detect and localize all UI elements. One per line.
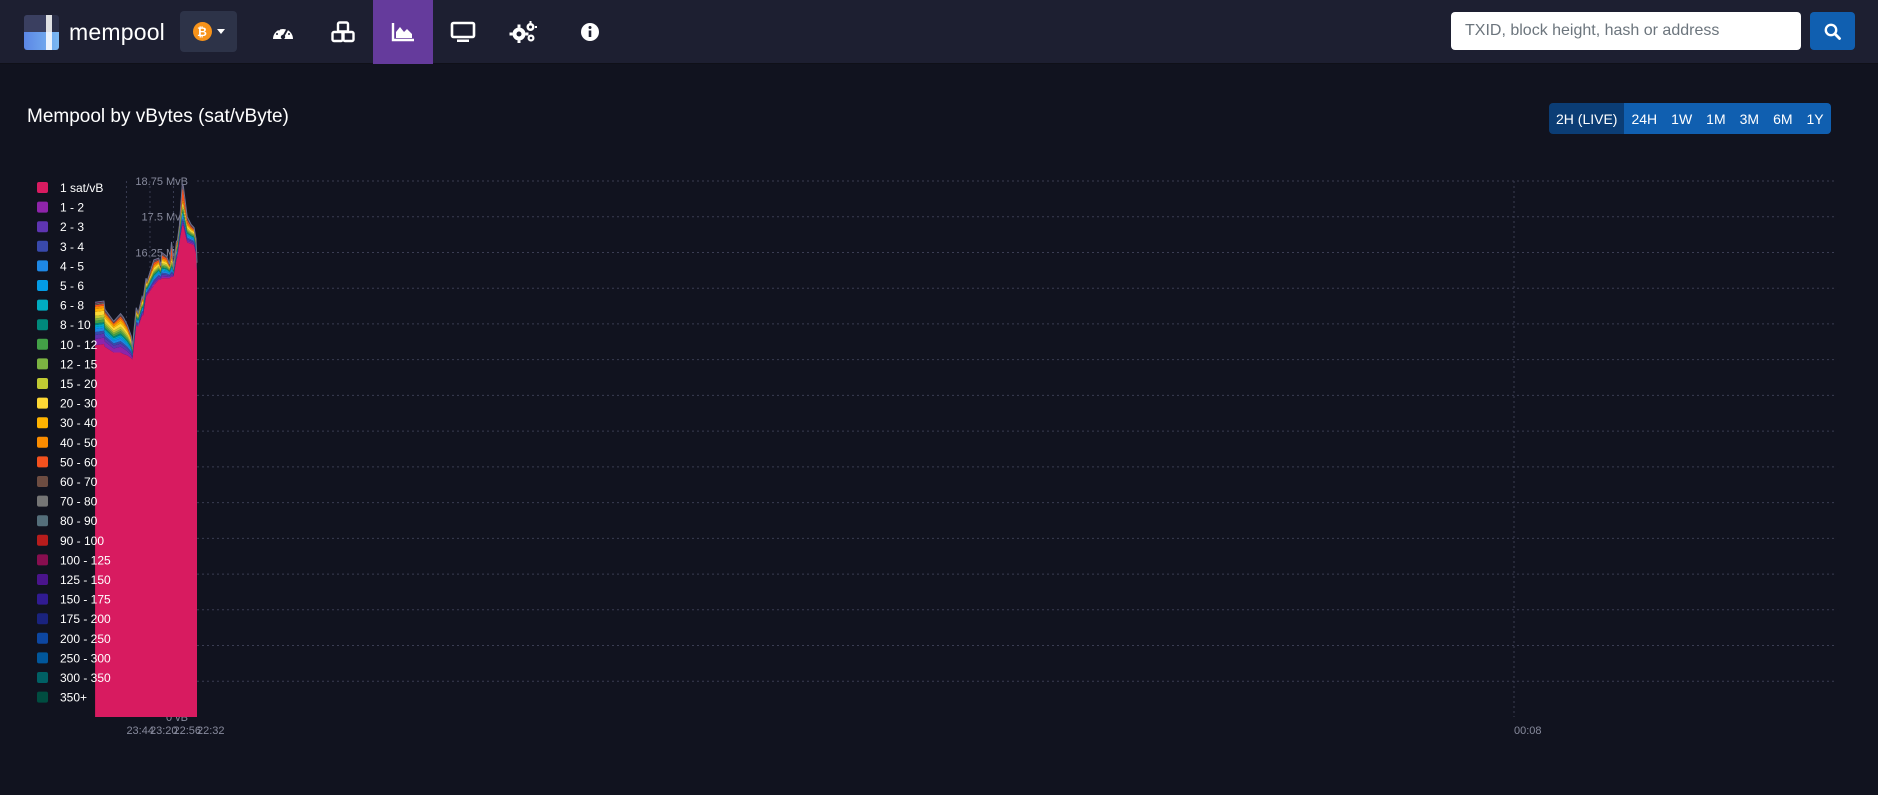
legend-label-20-30[interactable]: 20 - 30 xyxy=(60,397,98,411)
bitcoin-icon: ₿ xyxy=(192,22,212,41)
nav-tv-view[interactable] xyxy=(433,0,493,64)
legend-label-175-200[interactable]: 175 - 200 xyxy=(60,612,111,626)
range-button-1y[interactable]: 1Y xyxy=(1799,103,1831,134)
blocks-cubes-icon xyxy=(331,21,355,43)
nav-dashboard[interactable] xyxy=(253,0,313,64)
legend-swatch-12-15[interactable] xyxy=(37,358,48,370)
info-circle-icon xyxy=(581,23,599,41)
legend-label-8-10[interactable]: 8 - 10 xyxy=(60,318,91,332)
nav-api-docs[interactable] xyxy=(493,0,553,64)
legend-swatch-40-50[interactable] xyxy=(37,436,48,448)
x-tick-label: 23:20 xyxy=(150,725,178,737)
legend-label-90-100[interactable]: 90 - 100 xyxy=(60,534,104,548)
legend-label-1-2[interactable]: 1 - 2 xyxy=(60,201,84,215)
legend-swatch-175-200[interactable] xyxy=(37,613,48,625)
legend-label-70-80[interactable]: 70 - 80 xyxy=(60,495,98,509)
x-tick-label: 00:08 xyxy=(1514,725,1542,737)
legend-swatch-3-4[interactable] xyxy=(37,240,48,252)
mempool-logo-icon xyxy=(24,14,59,50)
x-tick-label: 22:56 xyxy=(173,725,201,737)
top-navbar: mempool ₿ xyxy=(0,0,1878,64)
dashboard-gauge-icon xyxy=(273,26,293,40)
legend-swatch-20-30[interactable] xyxy=(37,397,48,409)
legend-swatch-80-90[interactable] xyxy=(37,515,48,527)
legend-label-4-5[interactable]: 4 - 5 xyxy=(60,259,84,273)
search-button[interactable] xyxy=(1810,12,1855,50)
legend-swatch-15-20[interactable] xyxy=(37,378,48,389)
mempool-vbytes-chart[interactable]: 0 vB1.25 MvB2.5 MvB3.75 MvB5 MvB6.25 MvB… xyxy=(0,160,1878,760)
legend-swatch-6-8[interactable] xyxy=(37,299,48,311)
nav-blocks[interactable] xyxy=(313,0,373,64)
legend-swatch-200-250[interactable] xyxy=(37,632,48,644)
brand-name: mempool xyxy=(69,18,165,45)
legend-swatch-150-175[interactable] xyxy=(37,593,48,605)
legend-swatch-100-125[interactable] xyxy=(37,554,48,566)
legend-label-80-90[interactable]: 80 - 90 xyxy=(60,514,98,528)
legend-swatch-1-2[interactable] xyxy=(37,201,48,213)
legend-swatch-1-sat-vb[interactable] xyxy=(37,182,48,193)
legend-label-350[interactable]: 350+ xyxy=(60,691,87,705)
cogs-icon xyxy=(509,21,537,43)
legend-swatch-50-60[interactable] xyxy=(37,456,48,468)
legend-swatch-90-100[interactable] xyxy=(37,534,48,546)
search-icon xyxy=(1824,23,1841,40)
legend-swatch-30-40[interactable] xyxy=(37,417,48,429)
legend-swatch-2-3[interactable] xyxy=(37,221,48,233)
legend-label-50-60[interactable]: 50 - 60 xyxy=(60,455,98,469)
range-button-6m[interactable]: 6M xyxy=(1766,103,1800,134)
legend-label-1-sat-vb[interactable]: 1 sat/vB xyxy=(60,181,103,195)
legend-swatch-8-10[interactable] xyxy=(37,319,48,331)
legend-label-300-350[interactable]: 300 - 350 xyxy=(60,671,111,685)
legend-label-10-12[interactable]: 10 - 12 xyxy=(60,338,98,352)
legend-label-100-125[interactable]: 100 - 125 xyxy=(60,553,111,567)
legend-label-150-175[interactable]: 150 - 175 xyxy=(60,593,111,607)
network-selector-dropdown[interactable]: ₿ xyxy=(180,11,237,52)
x-tick-label: 22:32 xyxy=(197,725,225,737)
range-button-1w[interactable]: 1W xyxy=(1664,103,1700,134)
range-button-2h-live[interactable]: 2H (LIVE) xyxy=(1549,103,1625,134)
time-range-selector: 2H (LIVE) 24H 1W 1M 3M 6M 1Y xyxy=(1549,103,1831,134)
nav-about[interactable] xyxy=(560,0,620,64)
graphs-area-chart-icon xyxy=(391,23,414,42)
legend-swatch-70-80[interactable] xyxy=(37,495,48,507)
legend-swatch-300-350[interactable] xyxy=(37,672,48,683)
legend-label-12-15[interactable]: 12 - 15 xyxy=(60,357,98,371)
legend-label-60-70[interactable]: 60 - 70 xyxy=(60,475,98,489)
legend-label-250-300[interactable]: 250 - 300 xyxy=(60,651,111,665)
legend-swatch-4-5[interactable] xyxy=(37,260,48,272)
legend-label-6-8[interactable]: 6 - 8 xyxy=(60,299,84,313)
legend-label-40-50[interactable]: 40 - 50 xyxy=(60,436,98,450)
legend-label-15-20[interactable]: 15 - 20 xyxy=(60,377,98,391)
page-title: Mempool by vBytes (sat/vByte) xyxy=(27,106,289,127)
legend-label-200-250[interactable]: 200 - 250 xyxy=(60,632,111,646)
range-button-24h[interactable]: 24H xyxy=(1624,103,1665,134)
brand-link[interactable]: mempool xyxy=(24,14,165,50)
legend-swatch-125-150[interactable] xyxy=(37,574,48,585)
legend-label-125-150[interactable]: 125 - 150 xyxy=(60,573,111,587)
nav-graphs[interactable] xyxy=(373,0,433,64)
legend-swatch-60-70[interactable] xyxy=(37,476,48,487)
caret-down-icon xyxy=(216,29,225,34)
legend-swatch-5-6[interactable] xyxy=(37,280,48,291)
y-tick-label: 18.75 MvB xyxy=(135,176,188,188)
legend-label-5-6[interactable]: 5 - 6 xyxy=(60,279,84,293)
tv-monitor-icon xyxy=(450,21,476,42)
range-button-3m[interactable]: 3M xyxy=(1732,103,1767,134)
x-tick-label: 23:44 xyxy=(126,725,154,737)
search-input[interactable] xyxy=(1451,12,1801,50)
range-button-1m[interactable]: 1M xyxy=(1699,103,1733,134)
legend-label-30-40[interactable]: 30 - 40 xyxy=(60,416,98,430)
legend-label-2-3[interactable]: 2 - 3 xyxy=(60,220,84,234)
legend-swatch-250-300[interactable] xyxy=(37,652,48,664)
legend-swatch-350[interactable] xyxy=(37,691,48,703)
legend-label-3-4[interactable]: 3 - 4 xyxy=(60,240,84,254)
legend-swatch-10-12[interactable] xyxy=(37,338,48,350)
